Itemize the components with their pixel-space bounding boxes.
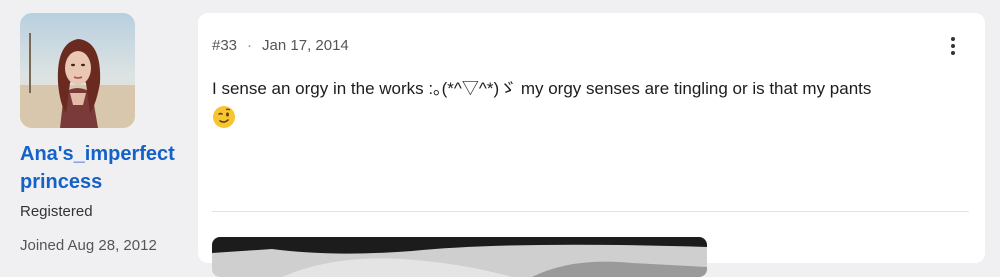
embedded-image[interactable] [212, 237, 707, 277]
post-number-link[interactable]: #33 [212, 37, 237, 54]
post-body: I sense an orgy in the works :｡(*^▽^*)ゞ … [212, 77, 972, 136]
kebab-dot [951, 44, 955, 48]
post-author: Ana's_imperfect princess Registered Join… [0, 0, 196, 254]
author-username[interactable]: Ana's_imperfect princess [20, 140, 190, 196]
winking-face-emoji-icon [212, 105, 236, 136]
post-card: #33 · Jan 17, 2014 I sense an orgy in the … [198, 13, 985, 277]
kebab-dot [951, 37, 955, 41]
meta-separator: · [247, 37, 253, 54]
author-joined-date: Joined Aug 28, 2012 [20, 237, 157, 254]
post-divider [212, 211, 969, 212]
post-date: Jan 17, 2014 [262, 37, 349, 54]
kebab-menu-icon[interactable] [942, 35, 964, 57]
kebab-dot [951, 51, 955, 55]
author-role: Registered [20, 203, 93, 220]
avatar[interactable] [20, 13, 135, 128]
post-text: I sense an orgy in the works :｡(*^▽^*)ゞ … [212, 79, 872, 98]
post-meta: #33 · Jan 17, 2014 [212, 37, 349, 55]
avatar-image [20, 13, 135, 128]
